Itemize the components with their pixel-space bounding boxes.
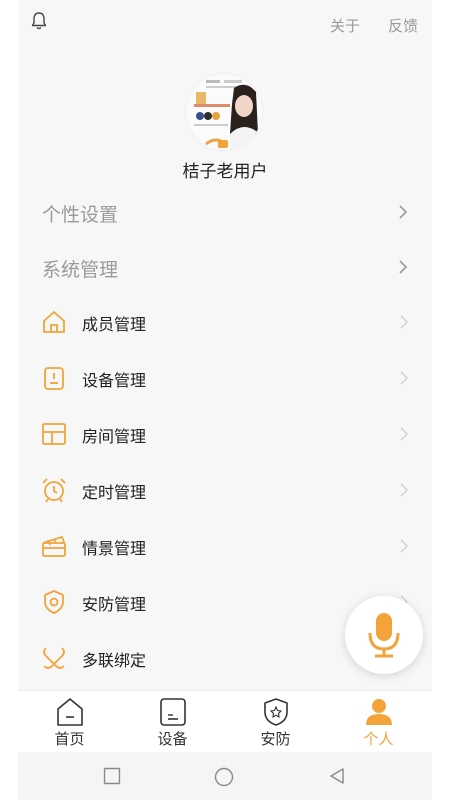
- about-link[interactable]: 关于: [330, 15, 360, 36]
- menu-label: 情景管理: [82, 539, 147, 558]
- tab-security[interactable]: 安防: [224, 691, 327, 753]
- menu-label: 定时管理: [82, 483, 147, 502]
- home-tab-icon: [57, 698, 83, 726]
- shield-icon: [44, 590, 64, 614]
- voice-assistant-button[interactable]: [345, 596, 423, 674]
- alarm-clock-icon: [42, 478, 66, 503]
- chevron-right-icon: [400, 315, 408, 329]
- personal-center-screen: 关于 反馈 桔子老用户 个性设置 系统管理 成员管理 设备管理 房间管理 定时管…: [18, 0, 432, 800]
- menu-label: 设备管理: [82, 371, 147, 390]
- system-navigation-bar: [18, 752, 432, 800]
- recent-apps-icon[interactable]: [103, 767, 121, 785]
- setting-label: 个性设置: [42, 204, 119, 226]
- tab-label: 安防: [260, 730, 291, 748]
- tab-label: 首页: [54, 730, 85, 748]
- chevron-right-icon: [400, 483, 408, 497]
- menu-label: 多联绑定: [82, 651, 147, 670]
- security-tab-icon: [264, 698, 288, 726]
- scene-icon: [42, 535, 66, 557]
- tab-devices[interactable]: 设备: [121, 691, 224, 753]
- setting-label: 系统管理: [42, 259, 119, 281]
- person-tab-icon: [366, 699, 392, 725]
- bottom-tab-bar: 首页 设备 安防 个人: [18, 690, 432, 752]
- username: 桔子老用户: [182, 162, 268, 182]
- chevron-right-icon: [400, 371, 408, 385]
- chevron-right-icon: [400, 539, 408, 553]
- chevron-right-icon: [400, 427, 408, 441]
- feedback-link[interactable]: 反馈: [388, 15, 418, 36]
- menu-item-devices[interactable]: 设备管理: [18, 354, 432, 402]
- device-tab-icon: [160, 698, 186, 726]
- chevron-right-icon: [399, 205, 408, 219]
- tab-label: 设备: [157, 730, 188, 748]
- avatar[interactable]: [185, 73, 263, 151]
- menu-label: 安防管理: [82, 595, 147, 614]
- menu-item-rooms[interactable]: 房间管理: [18, 410, 432, 458]
- menu-item-scenes[interactable]: 情景管理: [18, 522, 432, 570]
- settings-system-management[interactable]: 系统管理: [18, 245, 432, 289]
- tab-personal[interactable]: 个人: [327, 691, 430, 753]
- home-icon: [43, 311, 65, 333]
- room-icon: [42, 423, 66, 445]
- chevron-right-icon: [399, 260, 408, 274]
- bell-icon[interactable]: [30, 11, 48, 31]
- tab-home[interactable]: 首页: [18, 691, 121, 753]
- menu-item-timers[interactable]: 定时管理: [18, 466, 432, 514]
- tab-label: 个人: [363, 730, 394, 748]
- microphone-icon: [368, 613, 400, 658]
- back-icon[interactable]: [328, 767, 346, 785]
- menu-item-members[interactable]: 成员管理: [18, 298, 432, 346]
- menu-label: 房间管理: [82, 427, 147, 446]
- link-icon: [43, 647, 65, 669]
- home-nav-icon[interactable]: [214, 767, 234, 787]
- settings-personalization[interactable]: 个性设置: [18, 190, 432, 234]
- device-icon: [44, 367, 64, 390]
- menu-label: 成员管理: [82, 315, 147, 334]
